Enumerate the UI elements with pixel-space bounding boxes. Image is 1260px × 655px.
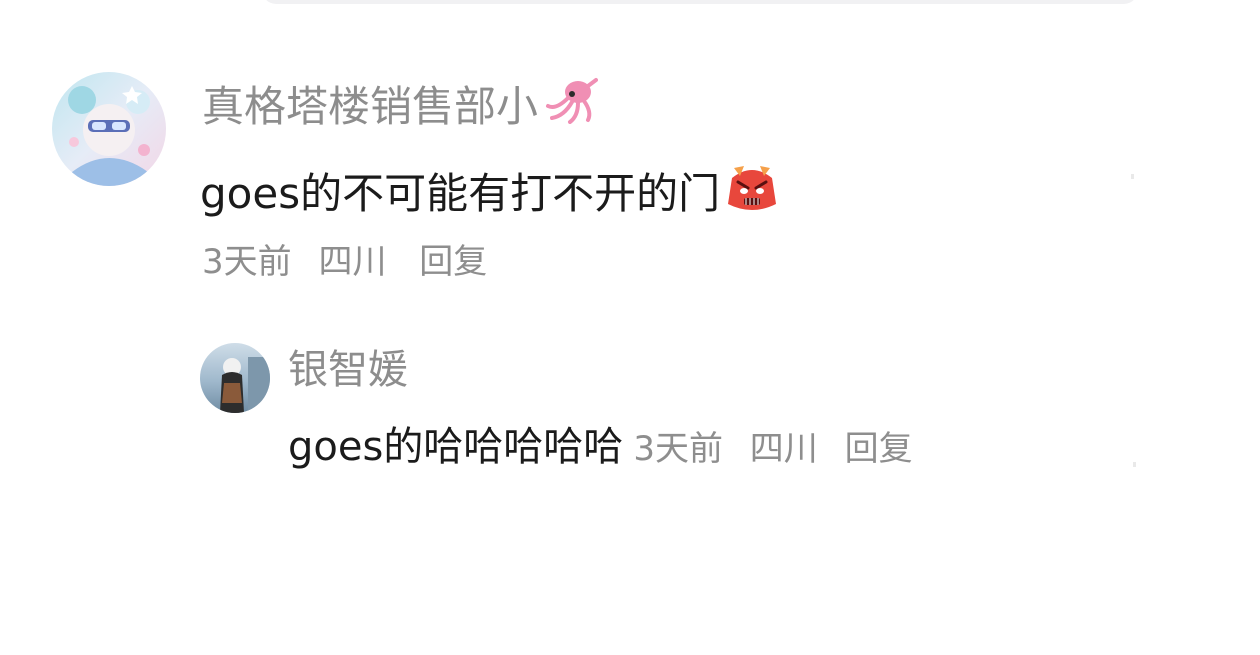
reply-meta: 3天前 四川 回复 [633, 422, 928, 476]
comment-text: goes的不可能有打不开的门 [200, 160, 780, 227]
avatar[interactable] [52, 72, 166, 186]
top-input-bar-edge [262, 0, 1138, 4]
comment-time: 3天前 [202, 242, 292, 282]
reply-reply-button[interactable]: 回复 [845, 429, 913, 469]
reply-time: 3天前 [633, 429, 723, 469]
reply-location: 四川 [749, 429, 818, 469]
comment-location: 四川 [318, 242, 387, 282]
reply-username[interactable]: 银智媛 [288, 344, 408, 396]
reply-text: goes的哈哈哈哈哈 3天前 四川 回复 [288, 420, 929, 476]
angry-face-emoji-icon [724, 160, 780, 227]
comment-text-body: goes的不可能有打不开的门 [200, 168, 721, 218]
squid-emoji-icon [542, 76, 599, 137]
reply-avatar-photo [200, 343, 270, 413]
username-text: 真格塔楼销售部小 [202, 81, 539, 131]
reply-avatar[interactable] [200, 343, 270, 413]
comment-meta: 3天前 四川 回复 [202, 240, 487, 284]
comment-username[interactable]: 真格塔楼销售部小 [202, 76, 599, 137]
edge-artifact [1131, 174, 1134, 179]
edge-artifact [1133, 462, 1136, 467]
reply-text-body: goes的哈哈哈哈哈 [288, 424, 624, 470]
avatar-illustration [52, 72, 166, 186]
reply-button[interactable]: 回复 [419, 240, 487, 284]
